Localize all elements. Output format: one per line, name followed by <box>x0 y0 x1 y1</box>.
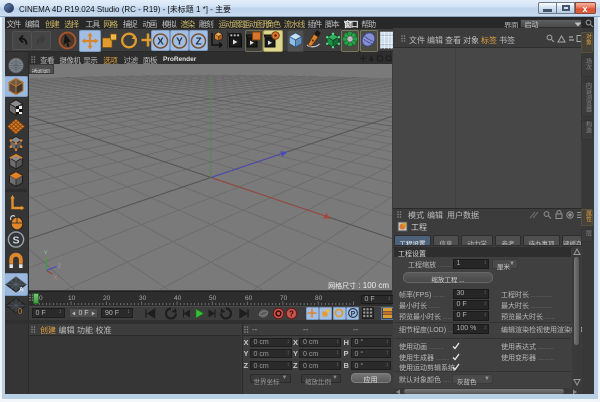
svg-text:50: 50 <box>209 295 217 302</box>
svg-text:60: 60 <box>245 295 253 302</box>
svg-text:80: 80 <box>315 295 323 302</box>
svg-text:X: X <box>54 276 58 282</box>
svg-text:0: 0 <box>39 295 43 302</box>
svg-text:40: 40 <box>174 295 182 302</box>
svg-text:S: S <box>12 234 19 246</box>
svg-text:A: A <box>19 287 24 294</box>
svg-text:Y: Y <box>44 251 48 257</box>
svg-text:20: 20 <box>103 295 111 302</box>
svg-text:(): () <box>18 308 22 315</box>
svg-text:30: 30 <box>139 295 147 302</box>
svg-text:Y: Y <box>176 36 183 47</box>
svg-text:10: 10 <box>68 295 76 302</box>
svg-text:?: ? <box>289 310 294 319</box>
svg-text:Z: Z <box>58 264 62 270</box>
svg-text:Z: Z <box>195 36 201 47</box>
svg-text:X: X <box>157 36 164 47</box>
svg-text:70: 70 <box>280 295 288 302</box>
svg-text:P: P <box>350 311 355 318</box>
